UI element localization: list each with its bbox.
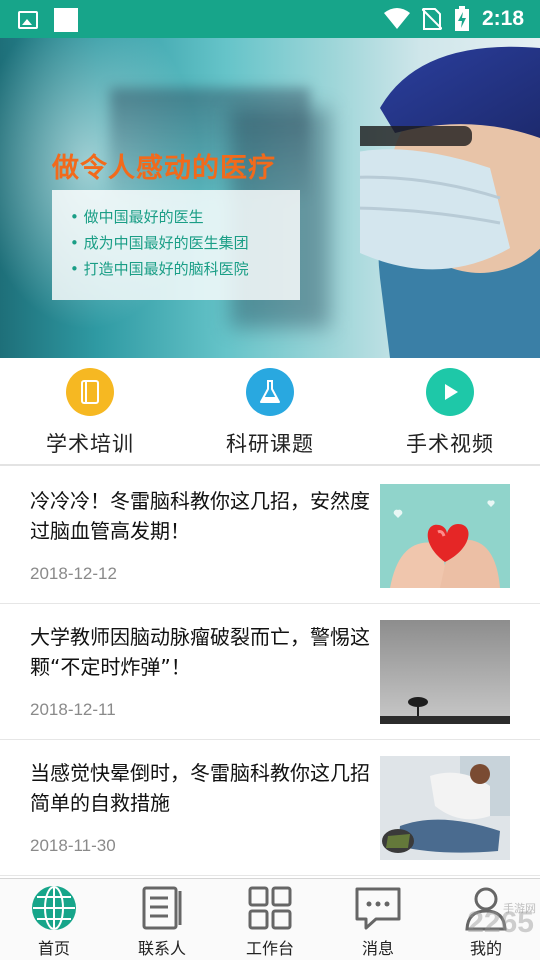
banner-bullet-list: 做中国最好的医生 成为中国最好的医生集团 打造中国最好的脑科医院 — [52, 190, 300, 300]
news-list: 冷冷冷！冬雷脑科教你这几招，安然度过脑血管高发期！ 2018-12-12 大学教… — [0, 468, 540, 876]
nav-home[interactable]: 首页 — [0, 879, 108, 960]
banner-title: 做令人感动的医疗 — [52, 153, 276, 184]
nav-label: 联系人 — [137, 939, 186, 958]
grid-icon — [248, 886, 292, 930]
news-item[interactable]: 冷冷冷！冬雷脑科教你这几招，安然度过脑血管高发期！ 2018-12-12 — [0, 468, 540, 604]
banner-bullet: 做中国最好的医生 — [70, 204, 300, 230]
heart-in-hands-image — [380, 484, 510, 588]
banner-bullet: 打造中国最好的脑科医院 — [70, 256, 300, 282]
news-date: 2018-12-12 — [30, 564, 117, 583]
watermark-subtext: 手游网 — [503, 902, 536, 915]
status-bar: 2:18 — [0, 0, 540, 38]
app-notification-icon — [54, 8, 78, 32]
book-icon — [66, 368, 114, 416]
clock-time: 2:18 — [481, 7, 524, 30]
banner-carousel[interactable]: 做令人感动的医疗 做中国最好的医生 成为中国最好的医生集团 打造中国最好的脑科医… — [0, 38, 540, 358]
wifi-icon — [383, 8, 410, 29]
quick-menu-label: 手术视频 — [406, 432, 494, 456]
quick-menu: 学术培训 科研课题 手术视频 — [0, 358, 540, 466]
nav-contacts[interactable]: 联系人 — [108, 879, 216, 960]
contacts-icon — [142, 886, 182, 930]
image-notification-icon — [18, 11, 38, 29]
banner-bullet: 成为中国最好的医生集团 — [70, 230, 300, 256]
nav-messages[interactable]: 消息 — [324, 879, 432, 960]
news-date: 2018-12-11 — [30, 700, 116, 719]
news-item[interactable]: 大学教师因脑动脉瘤破裂而亡，警惕这颗“不定时炸弹”！ 2018-12-11 — [0, 604, 540, 740]
news-item[interactable]: 当感觉快晕倒时，冬雷脑科教你这几招简单的自救措施 2018-11-30 — [0, 740, 540, 876]
flask-icon — [246, 368, 294, 416]
globe-icon — [32, 886, 76, 930]
no-sim-icon — [421, 8, 442, 30]
nav-label: 工作台 — [245, 939, 294, 958]
surgeon-photo — [360, 46, 540, 358]
bottom-navigation: 首页 联系人 工作台 消息 我的 — [0, 878, 540, 960]
quick-menu-research[interactable]: 科研课题 — [180, 358, 360, 464]
news-date: 2018-11-30 — [30, 836, 116, 855]
nav-label: 首页 — [37, 939, 70, 958]
battery-charging-icon — [454, 6, 469, 31]
chat-icon — [355, 887, 401, 930]
news-title: 冷冷冷！冬雷脑科教你这几招，安然度过脑血管高发期！ — [30, 489, 370, 543]
quick-menu-label: 学术培训 — [46, 432, 134, 456]
news-title: 当感觉快晕倒时，冬雷脑科教你这几招简单的自救措施 — [30, 761, 370, 815]
lone-tree-image — [380, 620, 510, 724]
first-aid-image — [380, 756, 510, 860]
quick-menu-academic-training[interactable]: 学术培训 — [0, 358, 180, 464]
quick-menu-label: 科研课题 — [226, 432, 314, 456]
nav-workbench[interactable]: 工作台 — [216, 879, 324, 960]
nav-label: 消息 — [361, 939, 394, 958]
news-title: 大学教师因脑动脉瘤破裂而亡，警惕这颗“不定时炸弹”！ — [30, 625, 370, 679]
play-icon — [426, 368, 474, 416]
quick-menu-surgery-video[interactable]: 手术视频 — [360, 358, 540, 464]
